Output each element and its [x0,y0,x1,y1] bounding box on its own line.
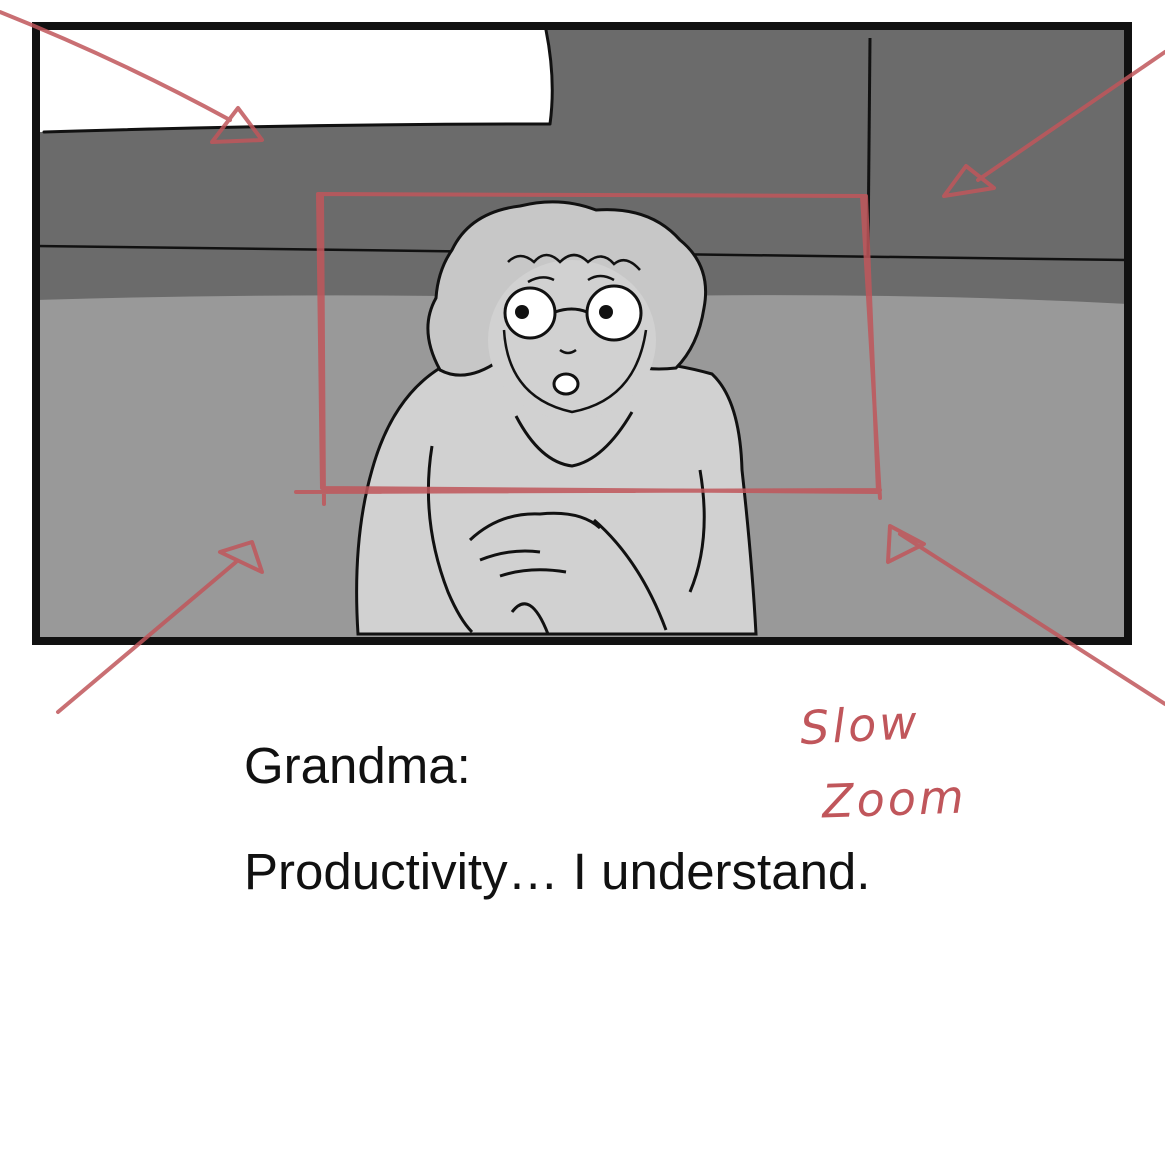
camera-note-line-2: Zoom [821,769,968,829]
camera-note-line-1: Slow [798,694,922,756]
dialogue-line: Productivity… I understand. [244,843,871,900]
speaker-name: Grandma: [244,737,471,794]
grandma-face [488,260,656,420]
window-light [36,26,553,132]
grandma-mouth [552,372,580,396]
storyboard-panel [0,10,1165,714]
